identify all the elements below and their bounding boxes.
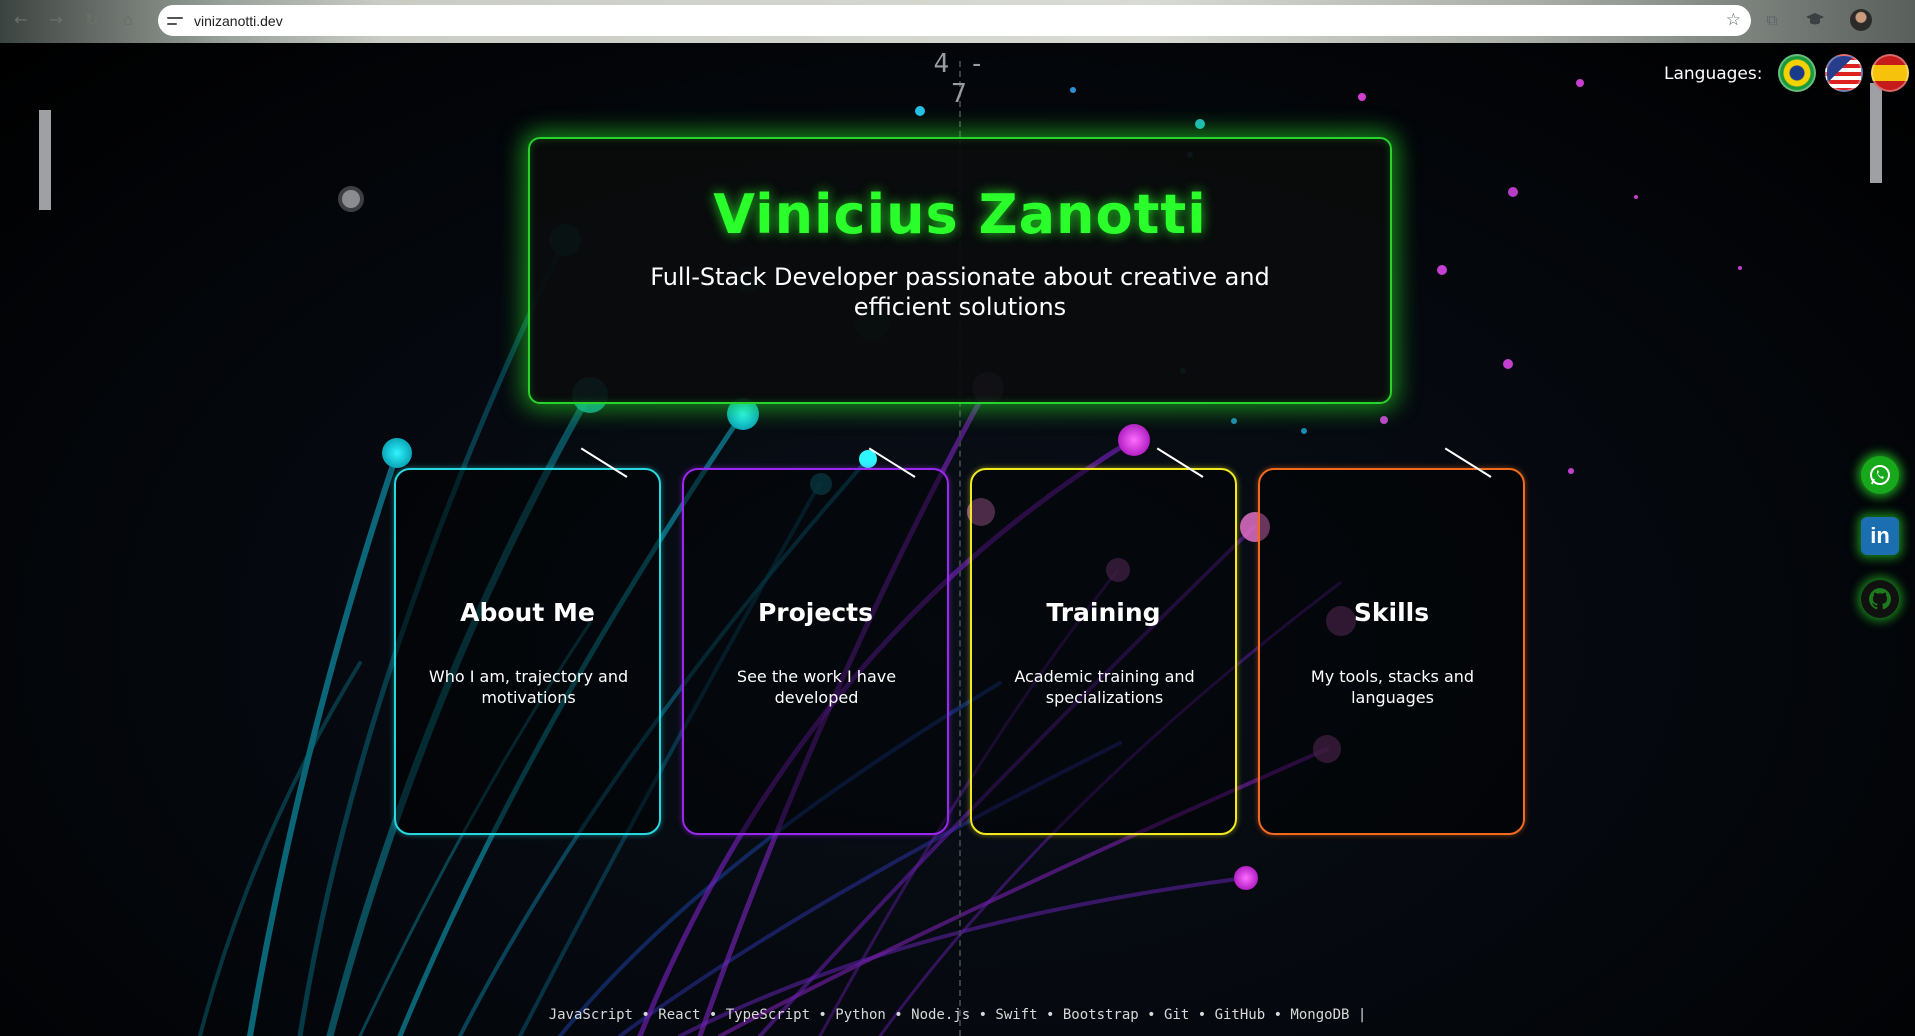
browser-toolbar: ← → ↻ ⌂ vinizanotti.dev ☆ ⧉ [0, 0, 1915, 43]
hero-card: Vinicius Zanotti Full-Stack Developer pa… [528, 137, 1392, 404]
pong-score: 4 - 7 [933, 49, 987, 109]
github-icon[interactable] [1861, 580, 1899, 618]
card-title: About Me [460, 598, 595, 627]
card-title: Skills [1353, 598, 1430, 627]
site-info-icon[interactable] [167, 14, 183, 28]
card-projects[interactable]: Projects See the work I have developed [682, 447, 949, 835]
whatsapp-icon[interactable] [1861, 456, 1899, 494]
left-paddle [39, 110, 51, 210]
tech-stack-ticker: JavaScript • React • TypeScript • Python… [548, 1007, 1367, 1023]
url-text[interactable]: vinizanotti.dev [194, 13, 283, 29]
bookmark-star-icon[interactable]: ☆ [1726, 10, 1741, 30]
spain-flag-icon[interactable] [1871, 54, 1909, 92]
reload-icon[interactable]: ↻ [81, 9, 103, 31]
card-title: Projects [757, 598, 873, 627]
address-bar[interactable]: vinizanotti.dev ☆ [158, 5, 1751, 36]
card-training[interactable]: Training Academic training and specializ… [970, 447, 1237, 835]
hero-subtitle: Full-Stack Developer passionate about cr… [650, 263, 1270, 321]
card-description: Academic training and specializations [1014, 667, 1195, 707]
usa-flag-icon[interactable] [1825, 54, 1863, 92]
right-paddle [1870, 83, 1882, 183]
linkedin-label: in [1870, 523, 1890, 548]
page-title: Vinicius Zanotti [713, 183, 1207, 246]
home-icon[interactable]: ⌂ [117, 9, 139, 31]
pong-ball [338, 186, 364, 212]
forward-icon[interactable]: → [45, 9, 67, 31]
card-description: See the work I have developed [736, 667, 897, 707]
back-icon[interactable]: ← [10, 9, 32, 31]
card-description: Who I am, trajectory and motivations [428, 667, 629, 707]
page-body: 4 - 7 Languages: Vinicius Zanotti Full-S… [0, 43, 1915, 1036]
card-skills[interactable]: Skills My tools, stacks and languages [1258, 447, 1525, 835]
brazil-flag-icon[interactable] [1778, 54, 1816, 92]
extensions-icon[interactable]: ⧉ [1762, 11, 1782, 29]
card-about-me[interactable]: About Me Who I am, trajectory and motiva… [394, 447, 661, 835]
card-title: Training [1046, 598, 1161, 627]
profile-avatar[interactable] [1850, 9, 1872, 31]
graduation-cap-icon[interactable] [1805, 11, 1825, 29]
linkedin-icon[interactable]: in [1861, 517, 1899, 555]
languages-label: Languages: [1664, 64, 1763, 84]
card-description: My tools, stacks and languages [1310, 667, 1475, 707]
